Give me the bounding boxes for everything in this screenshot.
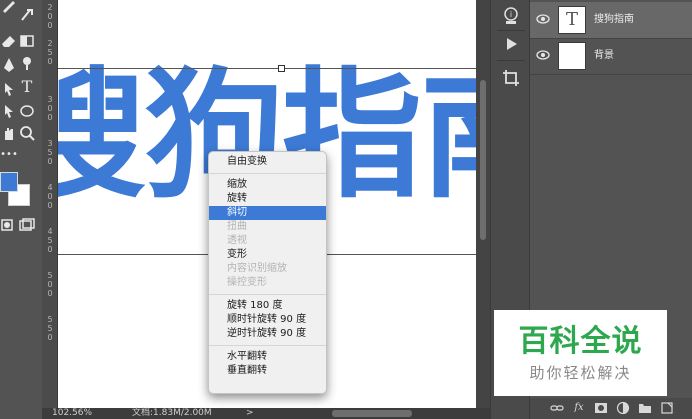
ellipse-icon[interactable] — [18, 102, 36, 120]
ruler-label: 5 — [47, 315, 53, 324]
ruler-label: 2 — [47, 3, 53, 12]
menu-item-rotate-180[interactable]: 旋转 180 度 — [209, 299, 326, 313]
strip-divider — [497, 60, 525, 61]
photoshop-window: T ••• 2 0 0 2 5 0 3 0 0 3 5 0 4 0 0 4 5 … — [0, 0, 692, 419]
ruler-label: 4 — [47, 183, 53, 192]
status-bar: 102.56% 文档:1.83M/2.00M > — [42, 408, 490, 419]
direct-select-icon[interactable] — [0, 80, 18, 98]
menu-item-rotate-90-ccw[interactable]: 逆时针旋转 90 度 — [209, 327, 326, 341]
strip-divider — [497, 30, 525, 31]
ruler-label: 5 — [47, 324, 53, 333]
ruler-label: 0 — [47, 21, 53, 30]
layer-thumbnail: T — [558, 6, 586, 34]
ruler-label: 5 — [47, 148, 53, 157]
menu-item-flip-vertical[interactable]: 垂直翻转 — [209, 364, 326, 378]
ruler-label: 0 — [47, 113, 53, 122]
ruler-label: 3 — [47, 95, 53, 104]
folder-icon[interactable] — [638, 401, 652, 415]
zoom-level[interactable]: 102.56% — [52, 408, 92, 419]
ruler-label: 0 — [47, 57, 53, 66]
layer-name[interactable]: 背景 — [594, 50, 614, 62]
menu-item-scale[interactable]: 缩放 — [209, 178, 326, 192]
ruler-label: 0 — [47, 192, 53, 201]
layer-name[interactable]: 搜狗指南 — [594, 14, 634, 26]
transform-handle[interactable] — [278, 65, 285, 72]
layer-row-text[interactable]: T 搜狗指南 — [530, 2, 692, 38]
smudge-icon[interactable] — [18, 6, 36, 24]
ruler-label: 0 — [47, 201, 53, 210]
layer-thumbnail — [558, 42, 586, 70]
menu-item-distort: 扭曲 — [227, 221, 247, 232]
ruler-label: 0 — [47, 333, 53, 342]
rectangle-icon[interactable] — [18, 32, 36, 50]
crop-icon[interactable] — [501, 68, 521, 88]
arrow-icon[interactable] — [0, 102, 18, 120]
svg-text:i: i — [510, 10, 512, 19]
layers-footer: fx — [530, 398, 692, 419]
foreground-color-swatch[interactable] — [0, 172, 18, 192]
menu-item-content-aware-scale: 内容识别缩放 — [227, 263, 287, 274]
transform-context-menu: 自由变换 缩放 旋转 斜切 扭曲 透视 变形 内容识别缩放 操控变形 旋转 18… — [208, 151, 327, 394]
layer-divider — [530, 74, 692, 75]
screenmode-icon[interactable] — [18, 216, 36, 234]
layer-row-background[interactable]: 背景 — [530, 38, 692, 74]
link-icon[interactable] — [550, 401, 564, 415]
fx-icon[interactable]: fx — [572, 401, 586, 415]
play-icon[interactable] — [501, 34, 521, 54]
ruler-label: 4 — [47, 227, 53, 236]
menu-item-free-transform[interactable]: 自由变换 — [209, 155, 326, 169]
menu-item-flip-horizontal[interactable]: 水平翻转 — [209, 350, 326, 364]
canvas-vertical-scrollbar[interactable] — [476, 0, 490, 408]
scrollbar-thumb[interactable] — [480, 80, 486, 240]
ruler-label: 0 — [47, 157, 53, 166]
menu-item-puppet-warp: 操控变形 — [227, 277, 267, 288]
ruler-label: 0 — [47, 280, 53, 289]
menu-item-warp[interactable]: 变形 — [209, 248, 326, 262]
ruler-label: 3 — [47, 139, 53, 148]
ruler-label: 5 — [47, 48, 53, 57]
menu-item-skew[interactable]: 斜切 — [209, 206, 326, 220]
document-info: 文档:1.83M/2.00M — [132, 408, 212, 418]
horizontal-scrollbar-thumb[interactable] — [332, 410, 412, 417]
info-icon[interactable]: i — [501, 6, 521, 26]
watermark-title: 百科全说 — [518, 324, 643, 359]
eye-icon[interactable] — [536, 14, 550, 24]
watermark-logo: 百科全说 助你轻松解决 — [494, 310, 667, 396]
ruler-label: 0 — [47, 289, 53, 298]
vertical-ruler: 2 0 0 2 5 0 3 0 0 3 5 0 4 0 0 4 5 0 5 0 … — [42, 0, 58, 408]
eye-icon[interactable] — [536, 50, 550, 60]
ruler-label: 0 — [47, 245, 53, 254]
menu-separator — [209, 345, 326, 346]
mask-icon[interactable] — [594, 401, 608, 415]
more-icon[interactable]: ••• — [0, 146, 18, 164]
ruler-label: 0 — [47, 12, 53, 21]
adjustment-icon[interactable] — [616, 401, 630, 415]
tools-panel: T ••• — [0, 0, 42, 419]
zoom-icon[interactable] — [18, 124, 36, 142]
hand-icon[interactable] — [0, 124, 18, 142]
ruler-label: 5 — [47, 271, 53, 280]
menu-item-rotate[interactable]: 旋转 — [209, 192, 326, 206]
path-select-icon[interactable] — [18, 54, 36, 72]
menu-item-perspective: 透视 — [227, 235, 247, 246]
ruler-label: 2 — [47, 39, 53, 48]
quickmask-icon[interactable] — [0, 216, 18, 234]
status-menu-arrow[interactable]: > — [246, 408, 254, 419]
pen-icon[interactable] — [0, 56, 18, 74]
eraser-icon[interactable] — [0, 32, 18, 50]
watermark-subtitle: 助你轻松解决 — [529, 364, 632, 382]
menu-item-rotate-90-cw[interactable]: 顺时针旋转 90 度 — [209, 313, 326, 327]
ruler-label: 0 — [47, 104, 53, 113]
type-icon[interactable]: T — [18, 78, 36, 96]
transform-bounding-box-top — [58, 68, 476, 69]
new-layer-icon[interactable] — [660, 401, 674, 415]
menu-separator — [209, 173, 326, 174]
brush-icon[interactable] — [0, 0, 18, 14]
menu-separator — [209, 294, 326, 295]
ruler-label: 5 — [47, 236, 53, 245]
